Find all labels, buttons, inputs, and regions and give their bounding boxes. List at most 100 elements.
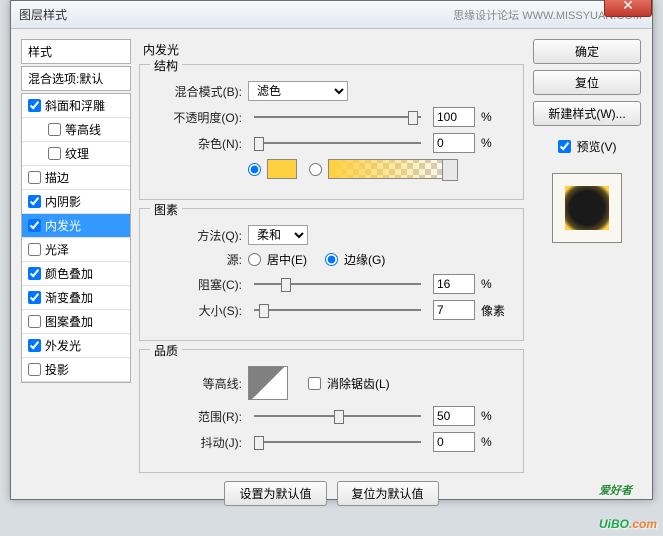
styles-header[interactable]: 样式	[21, 39, 131, 64]
gradient-radio[interactable]	[309, 163, 322, 176]
ok-button[interactable]: 确定	[533, 39, 641, 64]
style-sidebar: 样式 混合选项:默认 斜面和浮雕等高线纹理描边内阴影内发光光泽颜色叠加渐变叠加图…	[21, 39, 131, 489]
range-label: 范围(R):	[152, 408, 242, 425]
style-item-渐变叠加[interactable]: 渐变叠加	[22, 286, 130, 310]
contour-picker[interactable]	[248, 366, 288, 400]
style-checkbox[interactable]	[28, 339, 41, 352]
style-label: 光泽	[45, 241, 69, 258]
window-title: 图层样式	[19, 6, 67, 23]
source-center-radio[interactable]	[248, 253, 261, 266]
size-input[interactable]	[433, 300, 475, 320]
style-item-等高线[interactable]: 等高线	[22, 118, 130, 142]
noise-input[interactable]	[433, 133, 475, 153]
opacity-slider[interactable]	[254, 108, 421, 126]
style-item-外发光[interactable]: 外发光	[22, 334, 130, 358]
element-legend: 图素	[150, 201, 182, 218]
source-center-label: 居中(E)	[267, 251, 307, 268]
quality-group: 品质 等高线: 消除锯齿(L) 范围(R): % 抖动(J):	[139, 349, 524, 473]
gradient-swatch[interactable]	[328, 159, 458, 179]
noise-unit: %	[481, 136, 511, 150]
choke-slider[interactable]	[254, 275, 421, 293]
style-item-描边[interactable]: 描边	[22, 166, 130, 190]
style-checkbox[interactable]	[28, 99, 41, 112]
style-list: 斜面和浮雕等高线纹理描边内阴影内发光光泽颜色叠加渐变叠加图案叠加外发光投影	[21, 93, 131, 383]
noise-label: 杂色(N):	[152, 135, 242, 152]
style-checkbox[interactable]	[28, 267, 41, 280]
size-slider[interactable]	[254, 301, 421, 319]
choke-label: 阻塞(C):	[152, 276, 242, 293]
contour-label: 等高线:	[152, 375, 242, 392]
style-label: 描边	[45, 169, 69, 186]
titlebar[interactable]: 图层样式 思缘设计论坛 WWW.MISSYUAN.COM ✕	[11, 1, 652, 29]
style-checkbox[interactable]	[28, 315, 41, 328]
style-item-内阴影[interactable]: 内阴影	[22, 190, 130, 214]
style-label: 纹理	[65, 145, 89, 162]
panel-title: 内发光	[139, 39, 524, 64]
style-checkbox[interactable]	[28, 363, 41, 376]
range-unit: %	[481, 409, 511, 423]
antialias-checkbox[interactable]	[308, 377, 321, 390]
choke-unit: %	[481, 277, 511, 291]
blend-mode-select[interactable]: 滤色	[248, 81, 348, 101]
style-label: 颜色叠加	[45, 265, 93, 282]
blend-options-header[interactable]: 混合选项:默认	[21, 66, 131, 91]
layer-style-dialog: 图层样式 思缘设计论坛 WWW.MISSYUAN.COM ✕ 样式 混合选项:默…	[10, 0, 653, 500]
style-item-图案叠加[interactable]: 图案叠加	[22, 310, 130, 334]
preview-box	[552, 173, 622, 243]
reset-button[interactable]: 复位	[533, 70, 641, 95]
method-select[interactable]: 柔和	[248, 225, 308, 245]
structure-group: 结构 混合模式(B): 滤色 不透明度(O): % 杂色(N): %	[139, 64, 524, 200]
new-style-button[interactable]: 新建样式(W)...	[533, 101, 641, 126]
style-item-纹理[interactable]: 纹理	[22, 142, 130, 166]
opacity-label: 不透明度(O):	[152, 109, 242, 126]
style-item-内发光[interactable]: 内发光	[22, 214, 130, 238]
style-label: 斜面和浮雕	[45, 97, 105, 114]
source-label: 源:	[152, 251, 242, 268]
reset-default-button[interactable]: 复位为默认值	[337, 481, 439, 506]
style-label: 图案叠加	[45, 313, 93, 330]
right-panel: 确定 复位 新建样式(W)... 预览(V)	[532, 39, 642, 489]
jitter-label: 抖动(J):	[152, 434, 242, 451]
style-checkbox[interactable]	[28, 195, 41, 208]
color-radio[interactable]	[248, 163, 261, 176]
style-checkbox[interactable]	[28, 219, 41, 232]
size-label: 大小(S):	[152, 302, 242, 319]
preview-label: 预览(V)	[577, 138, 617, 155]
element-group: 图素 方法(Q): 柔和 源: 居中(E) 边缘(G) 阻塞(C): %	[139, 208, 524, 341]
style-checkbox[interactable]	[48, 147, 61, 160]
style-label: 渐变叠加	[45, 289, 93, 306]
color-swatch[interactable]	[267, 159, 297, 179]
style-label: 投影	[45, 361, 69, 378]
style-item-斜面和浮雕[interactable]: 斜面和浮雕	[22, 94, 130, 118]
preview-checkbox[interactable]	[558, 140, 571, 153]
method-label: 方法(Q):	[152, 227, 242, 244]
watermark-logo: 爱好者 UiBO.com	[599, 482, 657, 534]
style-label: 内阴影	[45, 193, 81, 210]
style-label: 等高线	[65, 121, 101, 138]
quality-legend: 品质	[150, 342, 182, 359]
settings-panel: 内发光 结构 混合模式(B): 滤色 不透明度(O): % 杂色(N):	[139, 39, 524, 489]
blend-mode-label: 混合模式(B):	[152, 83, 242, 100]
jitter-unit: %	[481, 435, 511, 449]
source-edge-radio[interactable]	[325, 253, 338, 266]
source-edge-label: 边缘(G)	[344, 251, 385, 268]
style-checkbox[interactable]	[28, 291, 41, 304]
style-checkbox[interactable]	[48, 123, 61, 136]
noise-slider[interactable]	[254, 134, 421, 152]
style-item-颜色叠加[interactable]: 颜色叠加	[22, 262, 130, 286]
preview-swatch	[565, 186, 609, 230]
make-default-button[interactable]: 设置为默认值	[224, 481, 326, 506]
jitter-slider[interactable]	[254, 433, 421, 451]
choke-input[interactable]	[433, 274, 475, 294]
close-button[interactable]: ✕	[604, 0, 652, 17]
jitter-input[interactable]	[433, 432, 475, 452]
style-item-光泽[interactable]: 光泽	[22, 238, 130, 262]
style-label: 内发光	[45, 217, 81, 234]
style-checkbox[interactable]	[28, 171, 41, 184]
range-input[interactable]	[433, 406, 475, 426]
range-slider[interactable]	[254, 407, 421, 425]
opacity-input[interactable]	[433, 107, 475, 127]
style-item-投影[interactable]: 投影	[22, 358, 130, 382]
opacity-unit: %	[481, 110, 511, 124]
style-checkbox[interactable]	[28, 243, 41, 256]
